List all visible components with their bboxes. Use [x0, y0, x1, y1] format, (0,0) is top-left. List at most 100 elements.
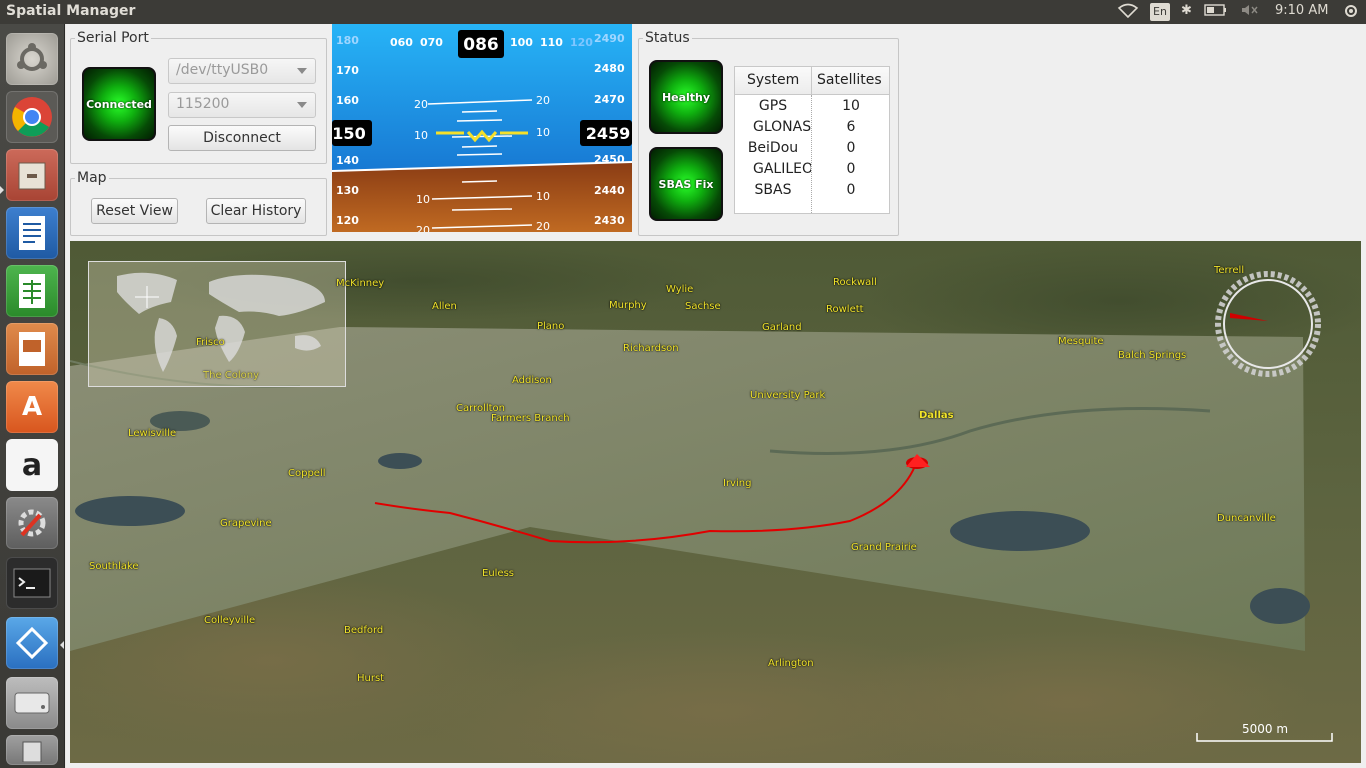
table-row[interactable]: GALILEO 0 — [735, 161, 889, 182]
chrome-icon[interactable] — [6, 91, 58, 143]
world-overview-svg — [117, 272, 325, 372]
satellite-count-cell: 6 — [846, 119, 856, 135]
healthy-led: Healthy — [649, 60, 723, 134]
map-title: Map — [75, 170, 109, 186]
altitude-tick: 2490 — [594, 32, 625, 45]
speed-tick: 130 — [336, 184, 359, 197]
place-label: Rockwall — [833, 277, 877, 288]
baud-combo[interactable]: 115200 — [168, 92, 316, 118]
place-label: Murphy — [609, 300, 647, 311]
overview-map[interactable] — [88, 261, 346, 387]
serial-port-group: Serial Port Connected /dev/ttyUSB0 11520… — [70, 30, 327, 164]
disconnect-button[interactable]: Disconnect — [168, 125, 316, 151]
spatial-manager-window: Serial Port Connected /dev/ttyUSB0 11520… — [66, 24, 1366, 768]
pitch-label: 20 — [414, 98, 428, 111]
column-header-satellites[interactable]: Satellites — [817, 72, 882, 88]
serial-port-title: Serial Port — [75, 30, 151, 46]
heading-value: 086 — [463, 35, 499, 55]
system-settings-icon[interactable] — [6, 497, 58, 549]
device-value: /dev/ttyUSB0 — [176, 62, 269, 78]
place-label: Coppell — [288, 468, 326, 479]
place-label: University Park — [750, 390, 826, 401]
place-label: Wylie — [666, 284, 694, 295]
top-panel: Spatial Manager En ✱ 9:10 AM — [0, 0, 1366, 24]
device-combo[interactable]: /dev/ttyUSB0 — [168, 58, 316, 84]
terminal-icon[interactable] — [6, 557, 58, 609]
satellite-count-cell: 10 — [842, 98, 860, 114]
reset-view-button[interactable]: Reset View — [91, 198, 178, 224]
disk-icon[interactable] — [6, 677, 58, 729]
table-row[interactable]: GPS 10 — [735, 98, 889, 119]
place-label: Arlington — [768, 658, 814, 669]
system-cell: GLONASS — [753, 119, 811, 135]
heading-tick: 110 — [540, 36, 563, 49]
wifi-icon[interactable] — [1117, 3, 1139, 23]
heading-tick: 180 — [336, 34, 359, 47]
attitude-indicator: 20 20 10 10 10 10 20 20 180 060 070 100 … — [332, 24, 632, 232]
place-label: Balch Springs — [1118, 350, 1187, 361]
system-cell: SBAS — [754, 182, 792, 198]
table-row[interactable]: GLONASS 6 — [735, 119, 889, 140]
altitude-tick: 2470 — [594, 93, 625, 106]
place-label: Sachse — [685, 301, 721, 312]
clock[interactable]: 9:10 AM — [1275, 3, 1328, 18]
altitude-tick: 2450 — [594, 153, 625, 166]
place-label: Frisco — [196, 337, 225, 348]
battery-icon[interactable] — [1204, 3, 1228, 21]
qt-creator-icon[interactable] — [6, 617, 58, 669]
place-label: Addison — [512, 375, 552, 386]
place-label: Allen — [432, 301, 457, 312]
software-center-icon[interactable]: A — [6, 381, 58, 433]
altitude-tick: 2440 — [594, 184, 625, 197]
active-indicator — [60, 641, 64, 649]
heading-tick: 060 — [390, 36, 413, 49]
map-view[interactable]: 5000 m McKinney Allen Wylie Murphy Sachs… — [70, 241, 1361, 763]
launcher: A a — [0, 24, 65, 768]
pitch-label: 10 — [536, 190, 550, 203]
pitch-label: 10 — [416, 193, 430, 206]
calc-icon[interactable] — [6, 265, 58, 317]
keyboard-layout-indicator[interactable]: En — [1150, 3, 1170, 21]
trash-icon[interactable] — [6, 735, 58, 765]
writer-icon[interactable] — [6, 207, 58, 259]
running-indicator — [0, 186, 4, 194]
pitch-label: 20 — [536, 220, 550, 232]
place-label: Terrell — [1214, 265, 1245, 276]
chevron-down-icon — [297, 68, 307, 74]
system-cell: GPS — [758, 98, 788, 114]
power-gear-icon[interactable] — [1343, 3, 1359, 23]
place-label: Dallas — [919, 410, 954, 421]
place-label: Euless — [482, 568, 515, 579]
volume-muted-icon[interactable] — [1240, 3, 1260, 21]
table-row[interactable]: SBAS 0 — [735, 182, 889, 203]
altitude-value: 2459 — [586, 124, 631, 143]
pitch-label: 20 — [536, 94, 550, 107]
place-label: Garland — [762, 322, 802, 333]
table-header: System Satellites — [735, 67, 889, 95]
place-label: Duncanville — [1217, 513, 1276, 524]
altitude-tick: 2480 — [594, 62, 625, 75]
impress-icon[interactable] — [6, 323, 58, 375]
clear-history-button[interactable]: Clear History — [206, 198, 306, 224]
ubuntu-dash-icon[interactable] — [6, 33, 58, 85]
map-group: Map Reset View Clear History — [70, 170, 327, 236]
bluetooth-icon[interactable]: ✱ — [1181, 3, 1192, 18]
place-label: Southlake — [89, 561, 139, 572]
files-icon[interactable] — [6, 149, 58, 201]
place-label: Colleyville — [204, 615, 256, 626]
speed-tick: 140 — [336, 154, 359, 167]
place-label: Mesquite — [1058, 336, 1104, 347]
table-row[interactable]: BeiDou 0 — [735, 140, 889, 161]
amazon-icon[interactable]: a — [6, 439, 58, 491]
chevron-down-icon — [297, 102, 307, 108]
sbas-fix-led: SBAS Fix — [649, 147, 723, 221]
window-title: Spatial Manager — [6, 3, 136, 19]
column-header-system[interactable]: System — [747, 72, 799, 88]
place-label: Hurst — [357, 673, 385, 684]
place-label: Grand Prairie — [851, 542, 917, 553]
satellites-table[interactable]: System Satellites GPS 10 GLONASS 6 BeiDo… — [734, 66, 890, 214]
heading-tick: 120 — [570, 36, 593, 49]
place-label: Richardson — [623, 343, 679, 354]
status-title: Status — [643, 30, 692, 46]
altitude-tick: 2430 — [594, 214, 625, 227]
